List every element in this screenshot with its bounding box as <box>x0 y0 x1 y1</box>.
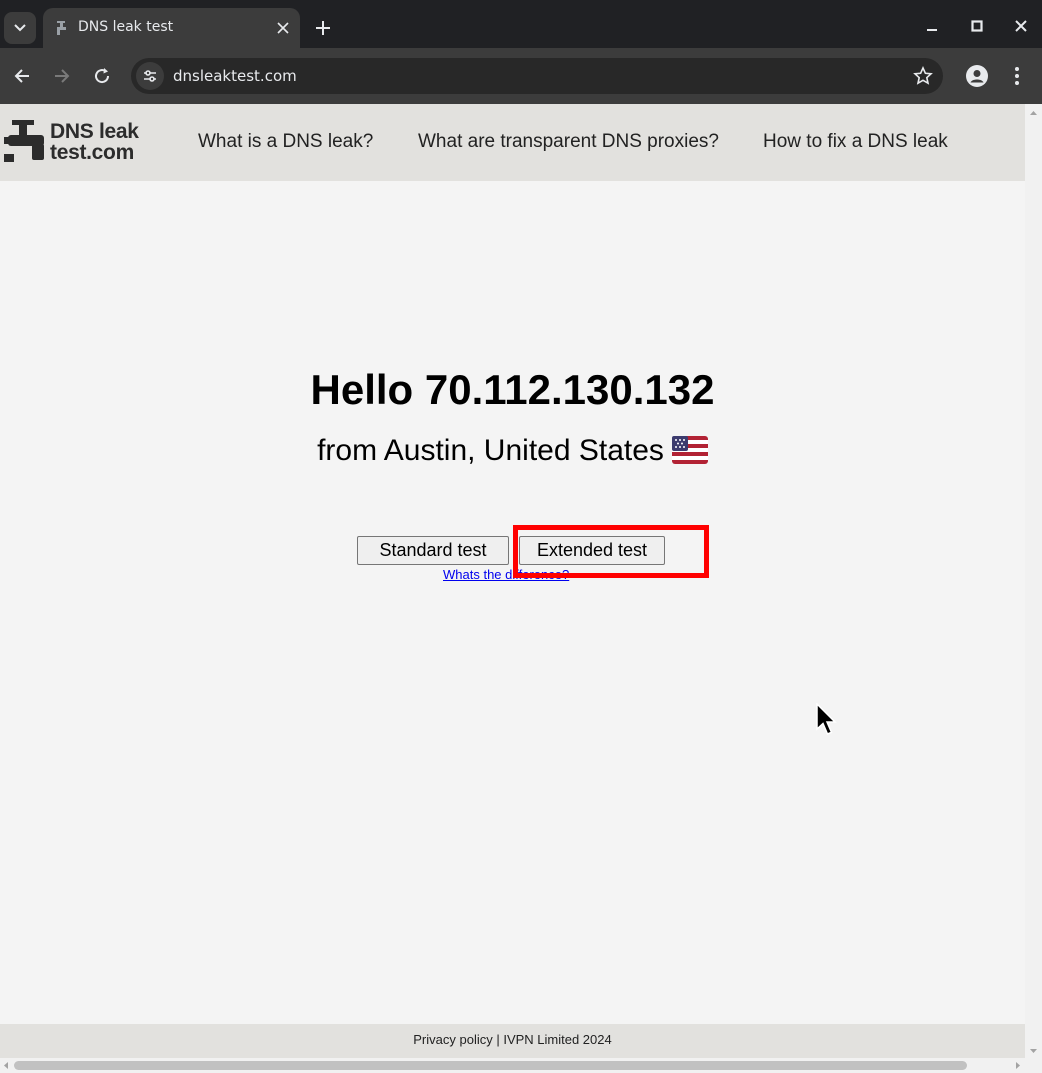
standard-test-button[interactable]: Standard test <box>357 536 509 565</box>
page-footer[interactable]: Privacy policy | IVPN Limited 2024 <box>0 1024 1025 1058</box>
menu-button[interactable] <box>1005 64 1029 88</box>
close-icon <box>1015 20 1027 32</box>
vertical-scrollbar[interactable] <box>1025 104 1042 1058</box>
url-text: dnsleaktest.com <box>173 67 297 85</box>
nav-how-to-fix[interactable]: How to fix a DNS leak <box>763 131 948 153</box>
nav-transparent-dns-proxies[interactable]: What are transparent DNS proxies? <box>418 131 719 153</box>
faucet-logo-icon <box>4 120 44 162</box>
back-button[interactable] <box>10 64 34 88</box>
site-header: DNS leak test.com What is a DNS leak? Wh… <box>0 104 1025 181</box>
page-viewport: DNS leak test.com What is a DNS leak? Wh… <box>0 104 1025 1058</box>
bookmark-star-icon[interactable] <box>913 66 933 86</box>
reload-icon <box>95 68 110 84</box>
scroll-up-arrow-icon[interactable] <box>1025 106 1042 120</box>
scroll-right-arrow-icon[interactable] <box>1012 1058 1024 1073</box>
location-line: from Austin, United States <box>0 434 1025 468</box>
forward-button[interactable] <box>50 64 74 88</box>
location-text: from Austin, United States <box>317 434 664 467</box>
more-vertical-icon <box>1015 67 1019 85</box>
scroll-down-arrow-icon[interactable] <box>1025 1044 1042 1058</box>
profile-button[interactable] <box>965 64 989 88</box>
reload-button[interactable] <box>90 64 114 88</box>
logo-text: DNS leak test.com <box>50 121 139 163</box>
us-flag-icon <box>671 436 708 464</box>
horizontal-scroll-thumb[interactable] <box>14 1061 967 1070</box>
maximize-icon <box>971 20 983 32</box>
back-arrow-icon <box>14 69 29 83</box>
logo-line-2: test.com <box>50 141 134 164</box>
close-window-button[interactable] <box>1009 14 1033 38</box>
new-tab-button[interactable] <box>311 16 335 40</box>
plus-icon <box>316 21 330 35</box>
scroll-left-arrow-icon[interactable] <box>0 1058 12 1073</box>
nav-what-is-dns-leak[interactable]: What is a DNS leak? <box>198 131 373 153</box>
forward-arrow-icon <box>55 69 70 83</box>
tab-search-button[interactable] <box>4 12 36 44</box>
tab-title: DNS leak test <box>78 19 174 35</box>
faucet-favicon-icon <box>57 21 66 35</box>
tune-icon <box>144 70 156 82</box>
greeting-heading: Hello 70.112.130.132 <box>310 366 715 413</box>
minimize-button[interactable] <box>920 14 944 38</box>
address-bar[interactable]: dnsleaktest.com <box>131 58 943 94</box>
close-tab-icon[interactable] <box>275 20 291 36</box>
logo-line-1: DNS leak <box>50 120 139 143</box>
maximize-button[interactable] <box>965 14 989 38</box>
site-logo[interactable]: DNS leak test.com <box>4 118 154 166</box>
minimize-icon <box>927 29 937 31</box>
highlight-box <box>513 525 709 578</box>
chevron-down-icon <box>14 24 26 32</box>
profile-icon <box>966 65 988 87</box>
horizontal-scrollbar[interactable] <box>0 1058 1042 1073</box>
browser-toolbar: dnsleaktest.com <box>0 48 1042 104</box>
site-info-button[interactable] <box>136 62 164 90</box>
mouse-cursor-icon <box>816 703 837 735</box>
